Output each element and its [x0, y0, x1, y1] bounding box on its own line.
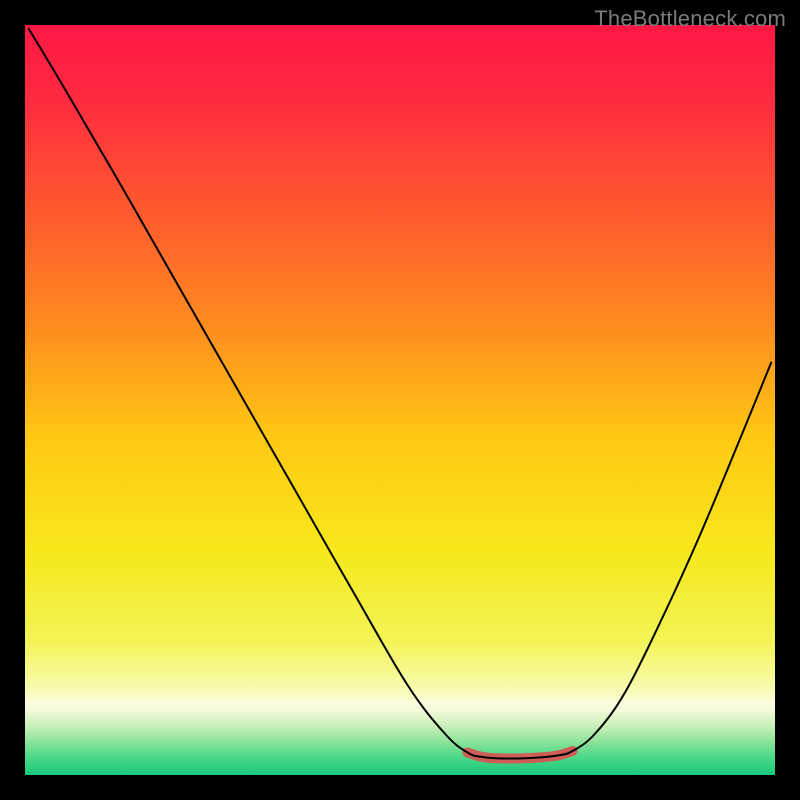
chart-root: TheBottleneck.com: [0, 0, 800, 800]
watermark-text: TheBottleneck.com: [594, 6, 786, 32]
plot-area: [25, 25, 775, 775]
curve-layer: [25, 25, 775, 775]
bottleneck-curve: [29, 29, 772, 759]
plot-frame: [25, 25, 775, 775]
